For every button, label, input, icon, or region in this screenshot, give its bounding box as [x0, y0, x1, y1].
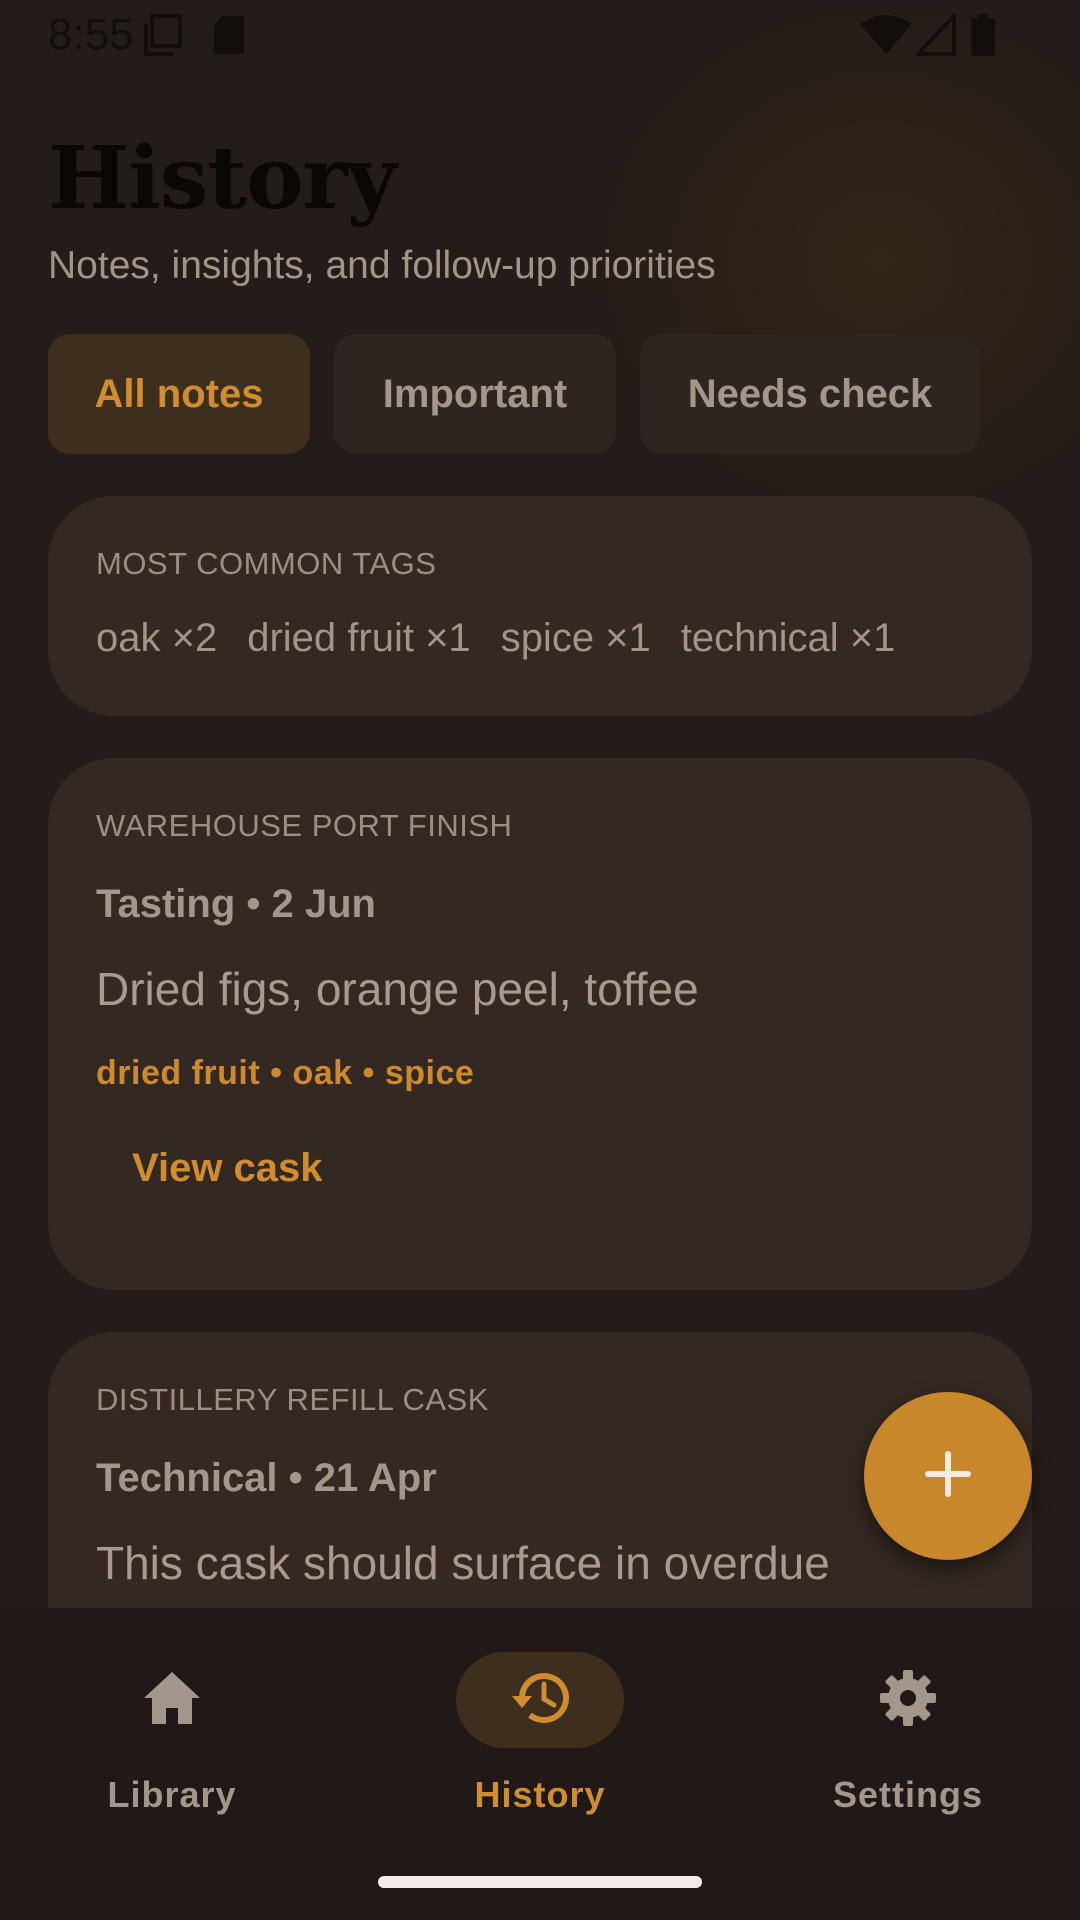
tag-count: dried fruit ×1: [247, 616, 471, 660]
common-tags-list: oak ×2 dried fruit ×1 spice ×1 technical…: [96, 616, 895, 661]
nav-label: Library: [107, 1774, 237, 1815]
history-icon: [508, 1670, 572, 1731]
note-tags: dried fruit • oak • spice: [96, 1054, 475, 1092]
tag-count: technical ×1: [680, 616, 896, 660]
history-screen: 8:55 History Notes, insights, and follow…: [0, 0, 1080, 1920]
filter-chip-needs-check[interactable]: Needs check: [640, 334, 980, 454]
filter-chip-label: All notes: [94, 371, 264, 416]
wifi-icon: [860, 14, 912, 67]
signal-icon: [913, 10, 956, 67]
add-note-button[interactable]: [864, 1392, 1032, 1560]
nav-item-settings[interactable]: Settings: [788, 1644, 1028, 1824]
note-body: This cask should surface in overdue: [96, 1537, 830, 1589]
status-time: 8:55: [48, 10, 134, 59]
plus-icon: [924, 1450, 972, 1503]
gear-icon: [878, 1668, 938, 1733]
screenshot-icon: [144, 14, 184, 67]
battery-icon: [970, 14, 996, 67]
page-subtitle: Notes, insights, and follow-up prioritie…: [48, 244, 716, 287]
filter-chip-all-notes[interactable]: All notes: [48, 334, 310, 454]
note-meta: Tasting • 2 Jun: [96, 882, 376, 926]
filter-chip-label: Important: [382, 371, 568, 416]
status-bar: 8:55: [0, 0, 1080, 72]
nav-label: Settings: [832, 1774, 983, 1815]
page-title: History: [48, 128, 397, 229]
common-tags-card: MOST COMMON TAGS oak ×2 dried fruit ×1 s…: [48, 496, 1032, 716]
nav-item-history[interactable]: History: [420, 1644, 660, 1824]
view-cask-button[interactable]: View cask: [132, 1146, 323, 1191]
nav-label: History: [474, 1774, 606, 1815]
nav-indicator: [88, 1652, 256, 1748]
filter-chip-important[interactable]: Important: [334, 334, 616, 454]
nav-item-library[interactable]: Library: [52, 1644, 292, 1824]
home-icon: [142, 1670, 202, 1731]
note-card[interactable]: WAREHOUSE PORT FINISH Tasting • 2 Jun Dr…: [48, 758, 1032, 1290]
filter-chip-label: Needs check: [687, 371, 933, 416]
common-tags-heading: MOST COMMON TAGS: [96, 546, 437, 581]
home-indicator[interactable]: [378, 1876, 702, 1888]
tag-count: spice ×1: [500, 616, 651, 660]
note-cask-name: WAREHOUSE PORT FINISH: [96, 808, 513, 843]
note-cask-name: DISTILLERY REFILL CASK: [96, 1382, 489, 1417]
nav-indicator: [456, 1652, 624, 1748]
bottom-navigation: Library History Settings: [0, 1608, 1080, 1920]
tag-count: oak ×2: [96, 616, 218, 660]
sd-card-icon: [212, 14, 246, 67]
nav-indicator: [824, 1652, 992, 1748]
note-meta: Technical • 21 Apr: [96, 1456, 437, 1500]
note-body: Dried figs, orange peel, toffee: [96, 963, 699, 1015]
